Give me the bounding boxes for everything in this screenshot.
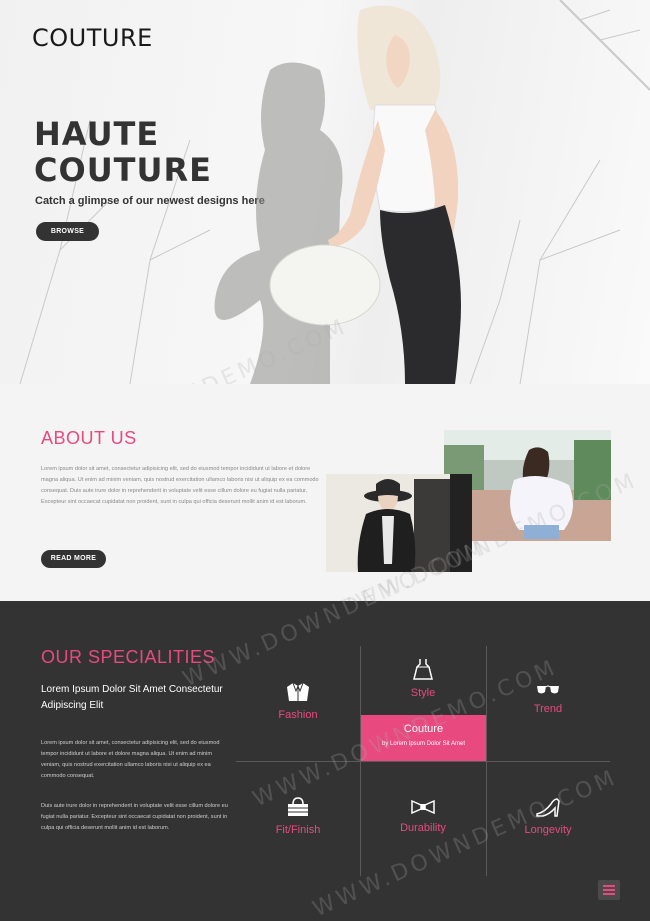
specialities-paragraph-1: Lorem ipsum dolor sit amet, consectetur … bbox=[41, 740, 220, 779]
about-section: ABOUT US Lorem ipsum dolor sit amet, con… bbox=[0, 384, 650, 625]
specialities-subtitle: Lorem Ipsum Dolor Sit Amet Consectetur A… bbox=[41, 684, 223, 711]
speciality-fit-finish[interactable]: Fit/Finish bbox=[236, 796, 360, 836]
speciality-couture-highlight[interactable]: Couture by Lorem Ipsum Dolor Sit Amet bbox=[361, 715, 486, 761]
grid-divider bbox=[236, 761, 610, 762]
hero-title: HAUTE COUTURE bbox=[34, 116, 212, 188]
speciality-trend[interactable]: Trend bbox=[486, 683, 610, 715]
hero-title-line1: HAUTE bbox=[34, 115, 160, 153]
speciality-label: Trend bbox=[533, 703, 563, 715]
hero-section: COUTURE HAUTE COUTURE Catch a glimpse of… bbox=[0, 0, 650, 384]
speciality-label: Fashion bbox=[278, 709, 318, 721]
sunglasses-icon bbox=[537, 685, 559, 694]
speciality-label: Longevity bbox=[524, 824, 572, 836]
read-more-button[interactable]: READ MORE bbox=[41, 550, 106, 568]
heel-icon bbox=[536, 798, 560, 817]
about-photo-hat bbox=[326, 474, 472, 572]
speciality-label: Fit/Finish bbox=[275, 824, 321, 836]
couture-title: Couture bbox=[403, 723, 444, 735]
specialities-title: OUR SPECIALITIES bbox=[41, 647, 216, 667]
speciality-longevity[interactable]: Longevity bbox=[486, 796, 610, 836]
speciality-fashion[interactable]: Fashion bbox=[236, 681, 360, 721]
specialities-paragraph-2: Duis aute irure dolor in reprehenderit i… bbox=[41, 803, 228, 831]
speciality-label: Durability bbox=[400, 822, 446, 834]
browse-button[interactable]: BROWSE bbox=[36, 222, 99, 241]
dress-icon bbox=[413, 659, 433, 680]
hamburger-icon[interactable] bbox=[598, 880, 620, 900]
speciality-durability[interactable]: Durability bbox=[361, 798, 485, 834]
speciality-style[interactable]: Style bbox=[361, 657, 485, 699]
jacket-icon bbox=[287, 682, 309, 701]
speciality-label: Style bbox=[410, 687, 436, 699]
specialities-section: OUR SPECIALITIES Lorem Ipsum Dolor Sit A… bbox=[0, 535, 650, 921]
hero-title-line2: COUTURE bbox=[34, 151, 212, 189]
hero-model-image bbox=[214, 5, 461, 384]
basket-icon bbox=[288, 797, 308, 816]
site-logo[interactable]: COUTURE bbox=[32, 24, 153, 52]
watermark-text: WWW.DOWNDEMO.COM bbox=[309, 764, 622, 921]
couture-subtitle: by Lorem Ipsum Dolor Sit Amet bbox=[381, 741, 466, 747]
bowtie-icon bbox=[411, 799, 435, 815]
about-title: ABOUT US bbox=[41, 428, 137, 448]
about-text: Lorem ipsum dolor sit amet, consectetur … bbox=[41, 466, 319, 505]
